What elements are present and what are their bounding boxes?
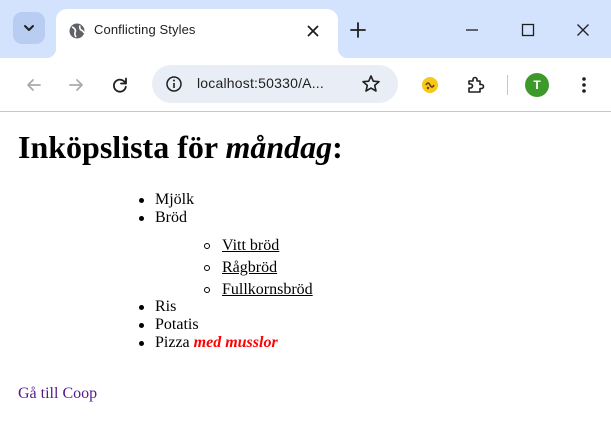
close-icon[interactable]: [303, 21, 323, 41]
list-item: Bröd: [139, 209, 278, 227]
address-bar[interactable]: localhost:50330/A...: [152, 65, 398, 103]
globe-icon: [69, 23, 85, 39]
bread-sublist: Vitt bröd Rågbröd Fullkornsbröd: [204, 235, 313, 301]
back-icon[interactable]: [24, 75, 44, 95]
heading-emphasis: måndag: [225, 129, 333, 165]
bread-link-vitt[interactable]: Vitt bröd: [222, 237, 279, 254]
forward-icon[interactable]: [66, 75, 86, 95]
title-bar: Conflicting Styles: [0, 0, 611, 58]
sublist-item: Rågbröd: [204, 257, 313, 279]
tab-title: Conflicting Styles: [94, 22, 196, 37]
sublist-item: Fullkornsbröd: [204, 279, 313, 301]
url-text[interactable]: localhost:50330/A...: [197, 75, 324, 91]
info-icon[interactable]: [165, 75, 183, 93]
star-icon[interactable]: [360, 73, 382, 95]
pizza-label: Pizza: [155, 334, 194, 351]
pizza-topping: med musslor: [193, 334, 278, 351]
page-content: Inköpslista för måndag: Mjölk Bröd Ris P…: [0, 113, 611, 424]
browser-toolbar: localhost:50330/A... T: [0, 58, 611, 112]
maximize-icon[interactable]: [516, 18, 540, 42]
active-tab[interactable]: Conflicting Styles: [46, 9, 348, 58]
bread-link-fullkorn[interactable]: Fullkornsbröd: [222, 281, 313, 298]
close-window-icon[interactable]: [571, 18, 595, 42]
sublist-item: Vitt bröd: [204, 235, 313, 257]
list-item: Pizza med musslor: [139, 334, 278, 352]
tab-search-button[interactable]: [13, 12, 45, 44]
profile-avatar[interactable]: T: [525, 73, 549, 97]
puzzle-icon[interactable]: [464, 74, 486, 96]
bread-link-rag[interactable]: Rågbröd: [222, 259, 277, 276]
plus-icon[interactable]: [347, 19, 369, 41]
extension-icon[interactable]: [419, 74, 441, 96]
list-item: Mjölk: [139, 191, 278, 209]
minimize-icon[interactable]: [460, 18, 484, 42]
heading-prefix: Inköpslista för: [18, 129, 226, 165]
chevron-down-icon: [24, 25, 34, 31]
coop-link[interactable]: Gå till Coop: [18, 385, 97, 403]
reload-icon[interactable]: [110, 75, 130, 95]
list-item: Potatis: [139, 316, 278, 334]
heading-suffix: :: [332, 129, 343, 165]
kebab-menu-icon[interactable]: [574, 74, 594, 96]
toolbar-divider: [507, 75, 508, 95]
page-title: Inköpslista för måndag:: [18, 127, 343, 167]
